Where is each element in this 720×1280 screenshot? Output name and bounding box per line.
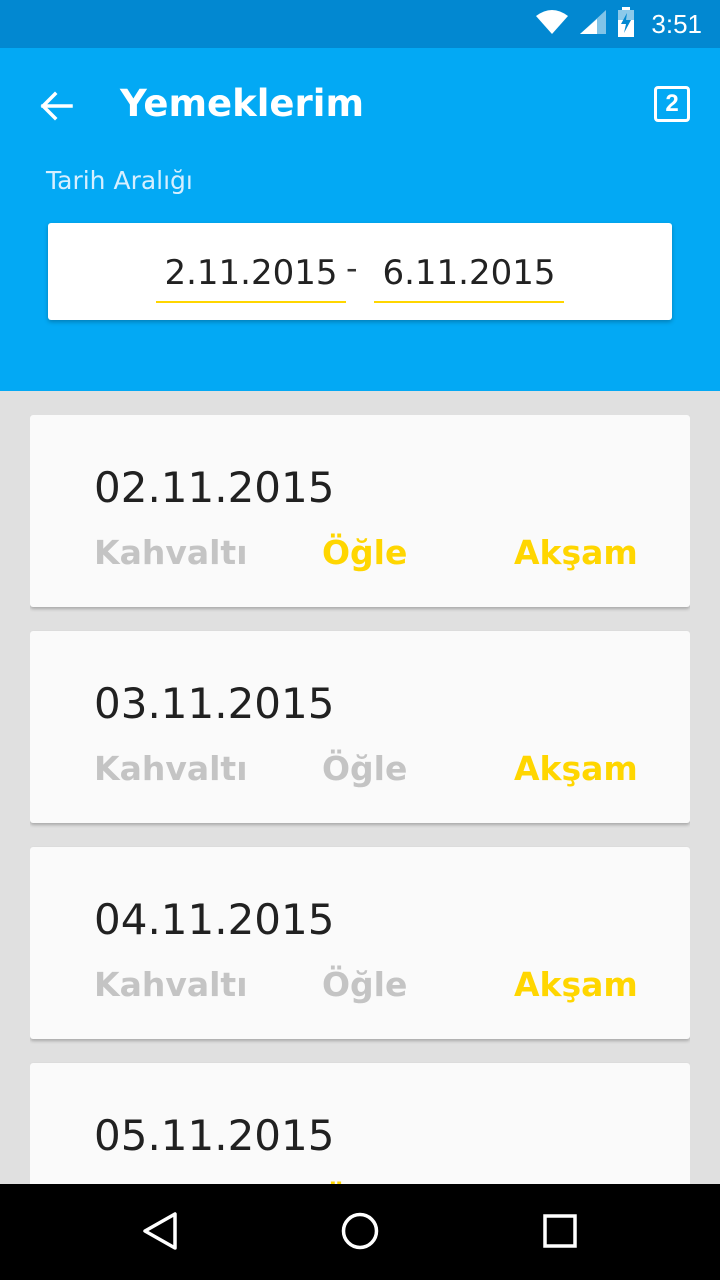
date-range-label: Tarih Aralığı [46,166,193,195]
day-date: 03.11.2015 [94,679,335,728]
dinner-label[interactable]: Akşam [514,965,638,1004]
meal-day-list: 02.11.2015 Kahvaltı Öğle Akşam 03.11.201… [30,415,690,1184]
signal-icon [579,9,607,39]
lunch-label[interactable]: Öğle [322,533,407,572]
day-date: 04.11.2015 [94,895,335,944]
nav-back-button[interactable] [135,1208,185,1258]
nav-recents-button[interactable] [535,1208,585,1258]
lunch-label[interactable]: Öğle [322,965,407,1004]
app-bar: Yemeklerim 2 Tarih Aralığı 2.11.2015 - 6… [0,48,720,391]
day-card[interactable]: 05.11.2015 Kahvaltı Öğle Akşam [30,1063,690,1184]
back-triangle-icon [141,1211,179,1255]
breakfast-label[interactable]: Kahvaltı [94,965,248,1004]
status-time: 3:51 [651,8,702,39]
day-card[interactable]: 04.11.2015 Kahvaltı Öğle Akşam [30,847,690,1039]
day-date: 05.11.2015 [94,1111,335,1160]
day-date: 02.11.2015 [94,463,335,512]
day-card[interactable]: 02.11.2015 Kahvaltı Öğle Akşam [30,415,690,607]
arrow-back-icon [39,91,73,125]
date-range-card: 2.11.2015 - 6.11.2015 [48,223,672,320]
status-bar: 3:51 [0,0,720,48]
dinner-label[interactable]: Akşam [514,749,638,788]
lunch-label[interactable]: Öğle [322,749,407,788]
nav-home-button[interactable] [335,1208,385,1258]
breakfast-label[interactable]: Kahvaltı [94,749,248,788]
end-date-field[interactable]: 6.11.2015 [374,245,564,303]
recents-square-icon [542,1213,578,1253]
wifi-icon [535,9,569,39]
start-date-field[interactable]: 2.11.2015 [156,245,346,303]
home-circle-icon [340,1211,380,1255]
count-badge-button[interactable]: 2 [654,86,690,122]
date-separator: - [346,249,358,287]
navigation-bar [0,1184,720,1280]
back-button[interactable] [32,84,80,132]
day-card[interactable]: 03.11.2015 Kahvaltı Öğle Akşam [30,631,690,823]
page-title: Yemeklerim [120,82,365,125]
dinner-label[interactable]: Akşam [514,533,638,572]
battery-charging-icon [617,7,635,41]
breakfast-label[interactable]: Kahvaltı [94,533,248,572]
